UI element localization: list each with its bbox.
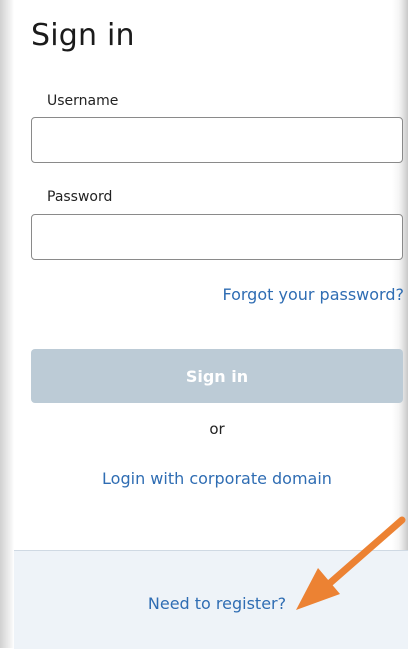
panel-shadow-left <box>0 0 14 648</box>
forgot-password-link[interactable]: Forgot your password? <box>222 285 404 304</box>
or-separator: or <box>209 420 225 438</box>
password-label: Password <box>47 189 113 205</box>
username-label: Username <box>47 93 119 109</box>
username-input[interactable] <box>31 117 403 163</box>
page-title: Sign in <box>31 18 135 53</box>
sign-in-button[interactable]: Sign in <box>31 349 403 403</box>
sign-in-panel: Sign in Username Password Forgot your pa… <box>0 0 408 649</box>
register-link[interactable]: Need to register? <box>0 594 408 613</box>
corporate-login-link[interactable]: Login with corporate domain <box>0 469 408 488</box>
password-input[interactable] <box>31 214 403 260</box>
